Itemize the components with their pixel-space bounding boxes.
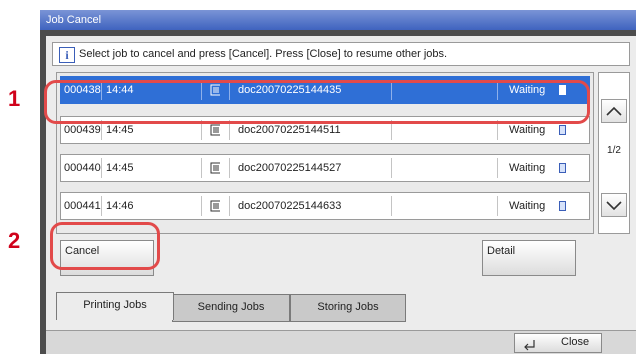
job-time: 14:44	[106, 84, 134, 96]
job-status: Waiting	[509, 124, 546, 136]
print-job-icon	[210, 200, 220, 212]
print-job-icon	[210, 162, 220, 174]
job-time: 14:45	[106, 124, 134, 136]
tab-storing-jobs[interactable]: Storing Jobs	[290, 294, 406, 322]
column-divider	[201, 80, 202, 100]
job-id: 000438	[64, 84, 101, 96]
job-status: Waiting	[509, 84, 546, 96]
status-icon	[559, 201, 566, 211]
tab-sending-jobs[interactable]: Sending Jobs	[172, 294, 290, 322]
job-status: Waiting	[509, 200, 546, 212]
job-name: doc20070225144527	[238, 162, 342, 174]
return-icon	[524, 340, 535, 351]
job-row[interactable]: 000441 14:46 doc20070225144633 Waiting	[60, 192, 590, 220]
column-divider	[391, 158, 392, 178]
info-bar: i Select job to cancel and press [Cancel…	[52, 42, 630, 66]
print-job-icon	[210, 84, 220, 96]
column-divider	[497, 158, 498, 178]
cancel-button[interactable]: Cancel	[60, 240, 154, 276]
column-divider	[201, 196, 202, 216]
close-label: Close	[561, 336, 590, 348]
status-icon	[559, 163, 566, 173]
info-message: Select job to cancel and press [Cancel].…	[79, 48, 448, 60]
column-divider	[101, 120, 102, 140]
job-id: 000439	[64, 124, 101, 136]
bottom-bar: Close	[46, 330, 636, 354]
scroll-up-button[interactable]	[601, 99, 627, 123]
column-divider	[391, 80, 392, 100]
scroll-panel: 1/2	[598, 72, 630, 234]
page-indicator: 1/2	[607, 145, 621, 156]
column-divider	[391, 120, 392, 140]
job-status: Waiting	[509, 162, 546, 174]
column-divider	[497, 120, 498, 140]
column-divider	[101, 158, 102, 178]
job-time: 14:46	[106, 200, 134, 212]
status-icon	[559, 125, 566, 135]
column-divider	[229, 196, 230, 216]
column-divider	[229, 80, 230, 100]
column-divider	[101, 196, 102, 216]
job-list: 000438 14:44 doc20070225144435 Waiting 00043…	[56, 72, 594, 234]
job-row[interactable]: 000438 14:44 doc20070225144435 Waiting	[60, 76, 590, 104]
status-icon	[559, 85, 566, 95]
job-time: 14:45	[106, 162, 134, 174]
job-id: 000440	[64, 162, 101, 174]
scroll-down-button[interactable]	[601, 193, 627, 217]
print-job-icon	[210, 124, 220, 136]
column-divider	[201, 120, 202, 140]
job-type-tabs: Printing Jobs Sending Jobs Storing Jobs	[46, 292, 636, 322]
job-row[interactable]: 000439 14:45 doc20070225144511 Waiting	[60, 116, 590, 144]
callout-1: 1	[8, 86, 21, 111]
job-name: doc20070225144511	[238, 124, 341, 136]
detail-button[interactable]: Detail	[482, 240, 576, 276]
job-row[interactable]: 000440 14:45 doc20070225144527 Waiting	[60, 154, 590, 182]
column-divider	[497, 80, 498, 100]
callout-2: 2	[8, 228, 21, 253]
column-divider	[229, 120, 230, 140]
close-button[interactable]: Close	[514, 333, 602, 353]
chevron-down-icon	[606, 201, 622, 211]
chevron-up-icon	[606, 106, 622, 116]
info-icon: i	[59, 47, 75, 63]
column-divider	[497, 196, 498, 216]
job-cancel-window: Job Cancel i Select job to cancel and pr…	[40, 10, 636, 354]
job-name: doc20070225144633	[238, 200, 342, 212]
column-divider	[391, 196, 392, 216]
column-divider	[201, 158, 202, 178]
job-name: doc20070225144435	[238, 84, 342, 96]
job-id: 000441	[64, 200, 101, 212]
tab-printing-jobs[interactable]: Printing Jobs	[56, 292, 174, 320]
column-divider	[101, 80, 102, 100]
column-divider	[229, 158, 230, 178]
window-title: Job Cancel	[40, 10, 636, 30]
job-cancel-panel: i Select job to cancel and press [Cancel…	[46, 36, 636, 330]
